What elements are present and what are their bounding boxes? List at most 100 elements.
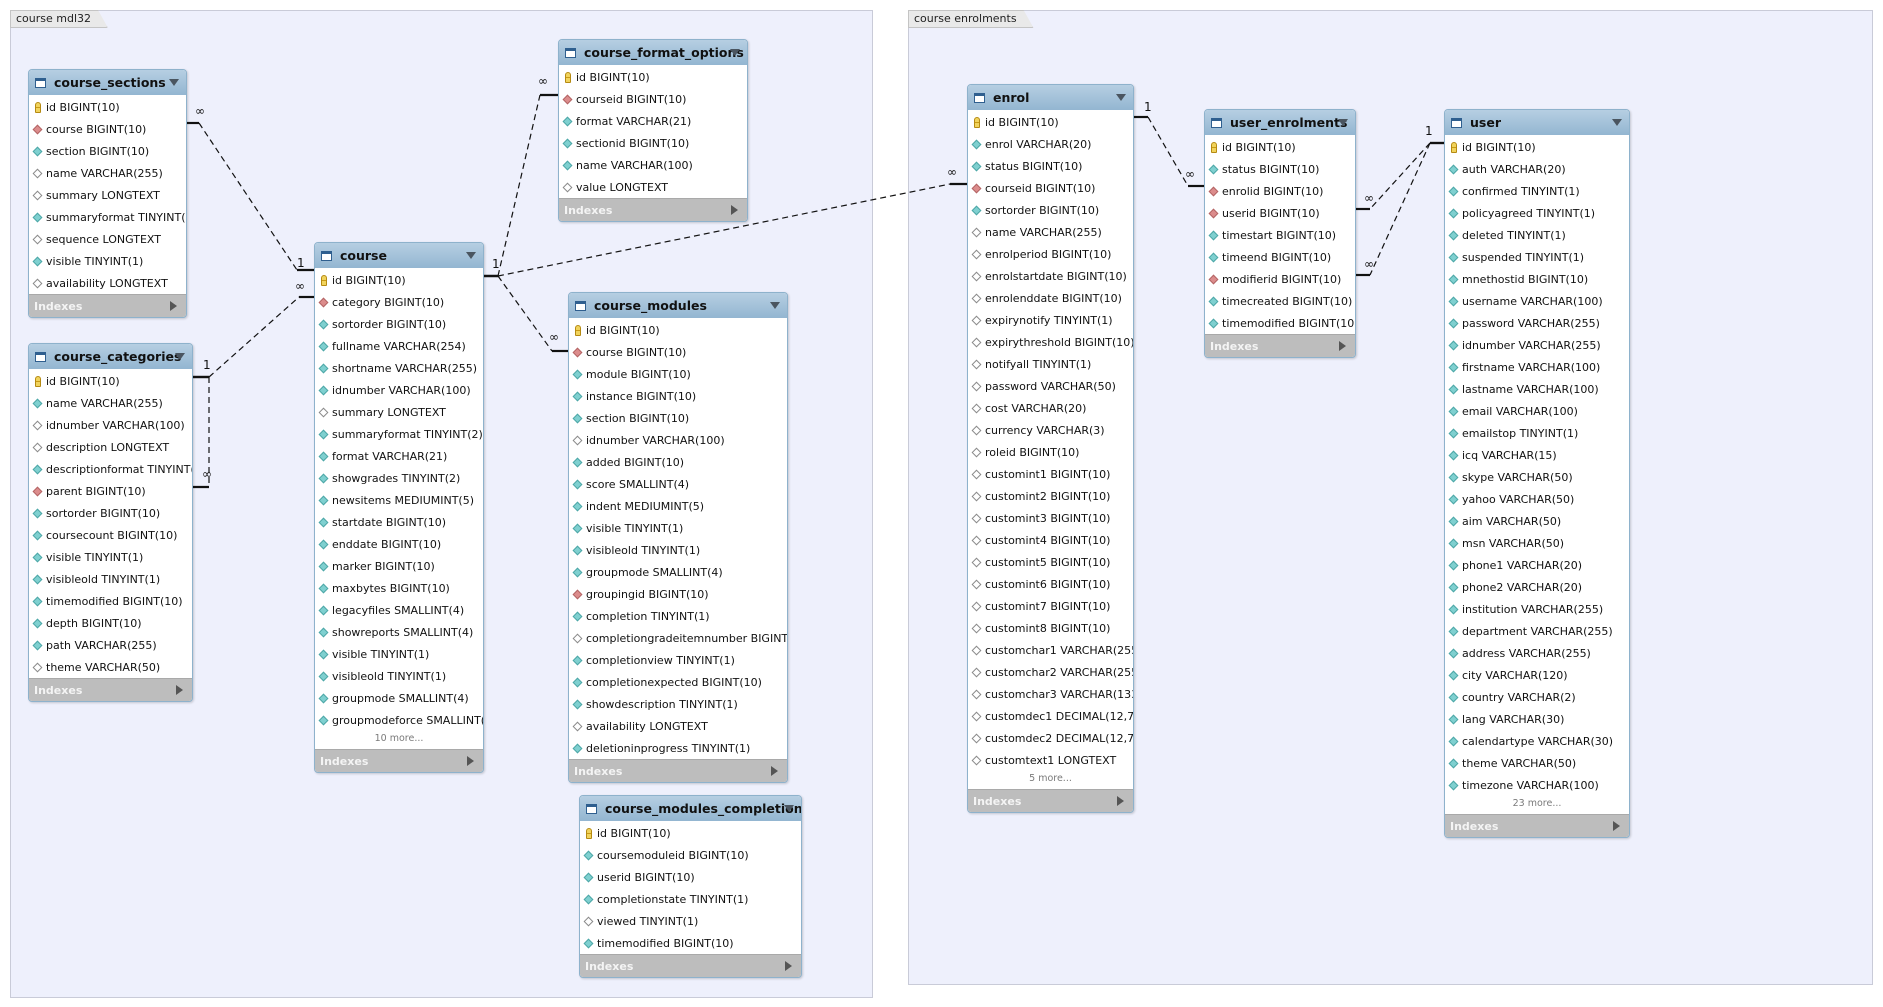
column-row[interactable]: policyagreed TINYINT(1) (1445, 202, 1629, 224)
column-row[interactable]: id BIGINT(10) (29, 370, 192, 392)
column-row[interactable]: sortorder BIGINT(10) (29, 502, 192, 524)
column-row[interactable]: id BIGINT(10) (1445, 136, 1629, 158)
column-row[interactable]: icq VARCHAR(15) (1445, 444, 1629, 466)
column-row[interactable]: auth VARCHAR(20) (1445, 158, 1629, 180)
column-row[interactable]: customchar1 VARCHAR(255) (968, 639, 1133, 661)
collapse-arrow-icon[interactable] (466, 252, 476, 259)
column-row[interactable]: showdescription TINYINT(1) (569, 693, 787, 715)
indexes-section[interactable]: Indexes (315, 749, 483, 772)
column-row[interactable]: timezone VARCHAR(100) (1445, 774, 1629, 796)
column-row[interactable]: firstname VARCHAR(100) (1445, 356, 1629, 378)
column-row[interactable]: enddate BIGINT(10) (315, 533, 483, 555)
more-columns-label[interactable]: 23 more... (1445, 796, 1629, 814)
column-row[interactable]: summary LONGTEXT (29, 184, 186, 206)
column-row[interactable]: customint8 BIGINT(10) (968, 617, 1133, 639)
column-row[interactable]: timemodified BIGINT(10) (1205, 312, 1355, 334)
column-row[interactable]: visibleold TINYINT(1) (315, 665, 483, 687)
indexes-section[interactable]: Indexes (29, 678, 192, 701)
column-row[interactable]: timemodified BIGINT(10) (580, 932, 801, 954)
column-row[interactable]: timecreated BIGINT(10) (1205, 290, 1355, 312)
column-row[interactable]: address VARCHAR(255) (1445, 642, 1629, 664)
table-header[interactable]: user (1445, 110, 1629, 135)
column-row[interactable]: password VARCHAR(255) (1445, 312, 1629, 334)
column-row[interactable]: idnumber VARCHAR(100) (315, 379, 483, 401)
column-row[interactable]: name VARCHAR(255) (29, 392, 192, 414)
expand-arrow-icon[interactable] (170, 301, 177, 311)
column-row[interactable]: city VARCHAR(120) (1445, 664, 1629, 686)
column-row[interactable]: visibleold TINYINT(1) (29, 568, 192, 590)
more-columns-label[interactable]: 10 more... (315, 731, 483, 749)
column-row[interactable]: notifyall TINYINT(1) (968, 353, 1133, 375)
collapse-arrow-icon[interactable] (1338, 119, 1348, 126)
column-row[interactable]: customdec2 DECIMAL(12,7) (968, 727, 1133, 749)
indexes-section[interactable]: Indexes (968, 789, 1133, 812)
column-row[interactable]: courseid BIGINT(10) (559, 88, 747, 110)
column-row[interactable]: customchar3 VARCHAR(1333) (968, 683, 1133, 705)
column-row[interactable]: completiongradeitemnumber BIGINT(10) (569, 627, 787, 649)
collapse-arrow-icon[interactable] (730, 49, 740, 56)
table-enrol[interactable]: enrol id BIGINT(10) enrol VARCHAR(20) statu… (967, 84, 1134, 813)
column-row[interactable]: groupmode SMALLINT(4) (315, 687, 483, 709)
column-row[interactable]: format VARCHAR(21) (315, 445, 483, 467)
column-row[interactable]: viewed TINYINT(1) (580, 910, 801, 932)
column-row[interactable]: status BIGINT(10) (968, 155, 1133, 177)
indexes-section[interactable]: Indexes (29, 294, 186, 317)
column-row[interactable]: id BIGINT(10) (1205, 136, 1355, 158)
column-row[interactable]: mnethostid BIGINT(10) (1445, 268, 1629, 290)
table-header[interactable]: course_sections (29, 70, 186, 95)
column-row[interactable]: courseid BIGINT(10) (968, 177, 1133, 199)
column-row[interactable]: legacyfiles SMALLINT(4) (315, 599, 483, 621)
collapse-arrow-icon[interactable] (784, 805, 794, 812)
expand-arrow-icon[interactable] (731, 205, 738, 215)
column-row[interactable]: deletioninprogress TINYINT(1) (569, 737, 787, 759)
expand-arrow-icon[interactable] (176, 685, 183, 695)
indexes-section[interactable]: Indexes (580, 954, 801, 977)
column-row[interactable]: summaryformat TINYINT(2) (29, 206, 186, 228)
column-row[interactable]: sortorder BIGINT(10) (968, 199, 1133, 221)
column-row[interactable]: instance BIGINT(10) (569, 385, 787, 407)
column-row[interactable]: id BIGINT(10) (580, 822, 801, 844)
column-row[interactable]: timestart BIGINT(10) (1205, 224, 1355, 246)
column-row[interactable]: password VARCHAR(50) (968, 375, 1133, 397)
column-row[interactable]: customint1 BIGINT(10) (968, 463, 1133, 485)
column-row[interactable]: score SMALLINT(4) (569, 473, 787, 495)
column-row[interactable]: customdec1 DECIMAL(12,7) (968, 705, 1133, 727)
column-row[interactable]: name VARCHAR(255) (968, 221, 1133, 243)
column-row[interactable]: id BIGINT(10) (29, 96, 186, 118)
column-row[interactable]: sequence LONGTEXT (29, 228, 186, 250)
table-user[interactable]: user id BIGINT(10) auth VARCHAR(20) confirm… (1444, 109, 1630, 838)
column-row[interactable]: department VARCHAR(255) (1445, 620, 1629, 642)
column-row[interactable]: visible TINYINT(1) (29, 250, 186, 272)
column-row[interactable]: timemodified BIGINT(10) (29, 590, 192, 612)
column-row[interactable]: value LONGTEXT (559, 176, 747, 198)
column-row[interactable]: coursemoduleid BIGINT(10) (580, 844, 801, 866)
column-row[interactable]: added BIGINT(10) (569, 451, 787, 473)
column-row[interactable]: roleid BIGINT(10) (968, 441, 1133, 463)
column-row[interactable]: parent BIGINT(10) (29, 480, 192, 502)
column-row[interactable]: modifierid BIGINT(10) (1205, 268, 1355, 290)
table-header[interactable]: course_modules (569, 293, 787, 318)
column-row[interactable]: customint2 BIGINT(10) (968, 485, 1133, 507)
column-row[interactable]: customtext1 LONGTEXT (968, 749, 1133, 771)
column-row[interactable]: completionstate TINYINT(1) (580, 888, 801, 910)
column-row[interactable]: groupingid BIGINT(10) (569, 583, 787, 605)
column-row[interactable]: status BIGINT(10) (1205, 158, 1355, 180)
expand-arrow-icon[interactable] (1613, 821, 1620, 831)
more-columns-label[interactable]: 5 more... (968, 771, 1133, 789)
indexes-section[interactable]: Indexes (1205, 334, 1355, 357)
column-row[interactable]: newsitems MEDIUMINT(5) (315, 489, 483, 511)
column-row[interactable]: startdate BIGINT(10) (315, 511, 483, 533)
column-row[interactable]: groupmodeforce SMALLINT(4) (315, 709, 483, 731)
column-row[interactable]: lang VARCHAR(30) (1445, 708, 1629, 730)
column-row[interactable]: idnumber VARCHAR(100) (29, 414, 192, 436)
table-header[interactable]: enrol (968, 85, 1133, 110)
column-row[interactable]: section BIGINT(10) (569, 407, 787, 429)
expand-arrow-icon[interactable] (1339, 341, 1346, 351)
column-row[interactable]: currency VARCHAR(3) (968, 419, 1133, 441)
column-row[interactable]: visible TINYINT(1) (569, 517, 787, 539)
column-row[interactable]: format VARCHAR(21) (559, 110, 747, 132)
column-row[interactable]: depth BIGINT(10) (29, 612, 192, 634)
table-header[interactable]: course_modules_completion (580, 796, 801, 821)
column-row[interactable]: skype VARCHAR(50) (1445, 466, 1629, 488)
column-row[interactable]: section BIGINT(10) (29, 140, 186, 162)
